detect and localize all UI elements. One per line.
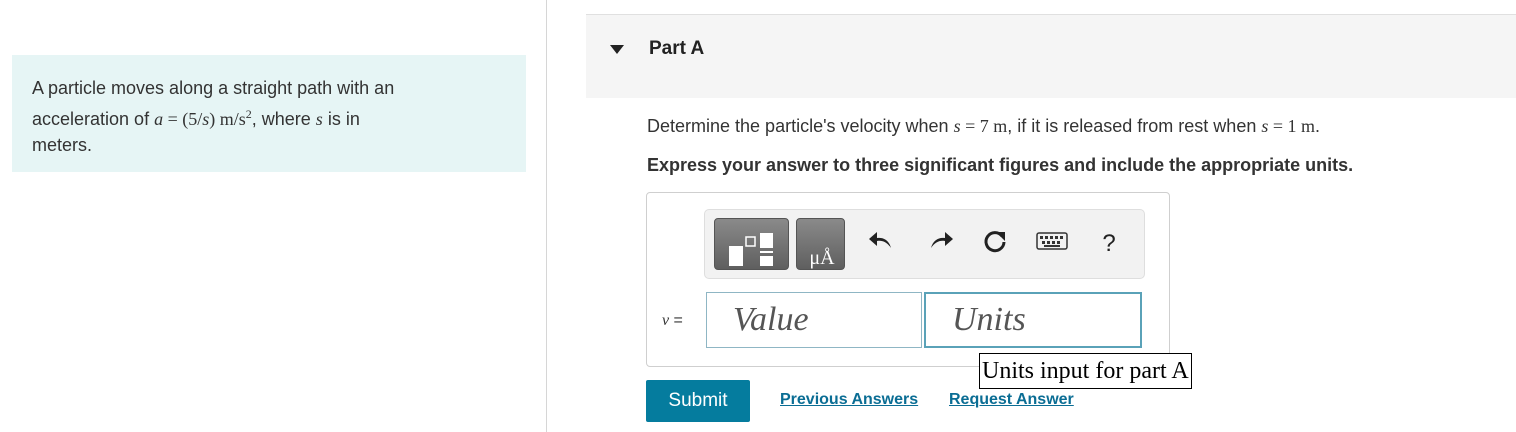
units-input[interactable] xyxy=(924,292,1142,348)
part-title: Part A xyxy=(649,38,705,59)
keyboard-icon[interactable] xyxy=(1035,226,1069,263)
previous-answers-link[interactable]: Previous Answers xyxy=(780,391,918,409)
units-input-tooltip: Units input for part A xyxy=(979,353,1192,389)
problem-statement: A particle moves along a straight path w… xyxy=(12,55,526,172)
redo-icon[interactable] xyxy=(925,226,955,263)
problem-line-3: meters. xyxy=(32,135,93,155)
request-answer-link[interactable]: Request Answer xyxy=(949,391,1074,409)
math-eq: = (5/ xyxy=(163,109,203,129)
problem-text: is in xyxy=(322,109,360,129)
problem-line-2: acceleration of a = (5/s) m/s2, where s … xyxy=(32,101,506,132)
answer-instruction: Express your answer to three significant… xyxy=(647,155,1354,175)
math-var-s: s xyxy=(315,109,323,129)
math-eq: = 7 m xyxy=(960,116,1008,136)
math-var-s: s xyxy=(953,116,961,136)
question-part: , if it is released from rest when xyxy=(1007,116,1262,136)
answer-variable-label: v = xyxy=(662,312,683,330)
value-input[interactable] xyxy=(706,292,922,348)
collapse-caret-icon[interactable] xyxy=(610,45,624,54)
help-icon[interactable]: ? xyxy=(1094,230,1124,258)
equals-sign: = xyxy=(669,312,683,329)
templates-icon[interactable] xyxy=(714,218,789,270)
question-text: Determine the particle's velocity when s… xyxy=(647,116,1320,137)
question-part: Determine the particle's velocity when xyxy=(647,116,954,136)
submit-button[interactable]: Submit xyxy=(646,380,750,422)
problem-text: acceleration of xyxy=(32,109,155,129)
column-divider xyxy=(546,0,547,432)
problem-text: , where xyxy=(251,109,316,129)
svg-text:μÅ: μÅ xyxy=(809,247,835,269)
math-toolbar: μÅ ? xyxy=(704,209,1145,279)
math-eq: = 1 m xyxy=(1268,116,1316,136)
math-unit: ) m/s xyxy=(209,109,246,129)
problem-line-1: A particle moves along a straight path w… xyxy=(32,78,395,98)
question-part: . xyxy=(1315,116,1321,136)
undo-icon[interactable] xyxy=(867,226,897,263)
units-icon[interactable]: μÅ xyxy=(796,218,845,270)
reset-icon[interactable] xyxy=(980,226,1010,263)
math-var-a: a xyxy=(154,109,164,129)
part-header[interactable]: Part A xyxy=(586,14,1516,98)
